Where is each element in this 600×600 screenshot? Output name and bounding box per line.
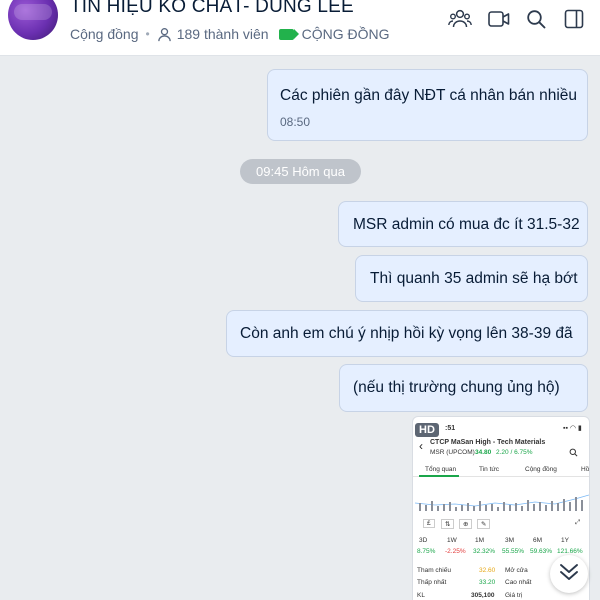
period-value: -2.25% xyxy=(445,548,466,555)
stat-value: 305,100 xyxy=(471,592,495,599)
stock-tab: Tổng quan xyxy=(425,466,457,473)
tag-icon xyxy=(278,28,299,40)
price-chart xyxy=(415,494,589,511)
message-text: Thì quanh 35 admin sẽ hạ bớt xyxy=(370,270,578,287)
stat-label: Cao nhất xyxy=(505,579,532,586)
message-time: 08:50 xyxy=(280,115,311,129)
scroll-to-bottom-button[interactable] xyxy=(550,555,588,593)
member-count[interactable]: 189 thành viên xyxy=(177,26,269,42)
sidebar-toggle-icon[interactable] xyxy=(561,6,587,32)
chat-header: TÍN HIỆU KO CHÁT- DŨNG LEE Cộng đồng • 1… xyxy=(0,0,600,56)
message-bubble[interactable]: MSR admin có mua đc ít 31.5-32 xyxy=(338,201,588,247)
period-label: 1M xyxy=(475,537,485,544)
stat-label: Tham chiếu xyxy=(417,567,451,574)
period-label: 3M xyxy=(505,537,515,544)
period-label: 1Y xyxy=(561,537,569,544)
stat-value: 33.20 xyxy=(479,579,496,586)
video-call-icon[interactable] xyxy=(486,6,512,32)
message-bubble[interactable]: Còn anh em chú ý nhịp hồi kỳ vọng lên 38… xyxy=(226,310,588,357)
stat-label: Thấp nhất xyxy=(417,579,447,586)
chart-tools: £ ⇅ ⊕ ✎ ⤢ xyxy=(419,517,585,529)
status-icons: ▪▪ ◠ ▮ xyxy=(563,425,582,432)
stat-label: KL xyxy=(417,592,425,599)
back-icon: ‹ xyxy=(419,439,423,453)
date-divider: 09:45 Hôm qua xyxy=(240,159,361,184)
stock-change: 2.20 / 6.75% xyxy=(496,449,533,456)
hd-badge: HD xyxy=(415,423,439,437)
stock-tab: Hồ xyxy=(581,466,590,473)
period-value: 59.63% xyxy=(530,548,553,555)
period-label: 3D xyxy=(419,537,428,544)
chevron-double-down-icon xyxy=(558,562,580,587)
group-meta: Cộng đồng • 189 thành viên CỘNG ĐỒNG xyxy=(70,25,389,43)
period-value: 121.66% xyxy=(557,548,583,555)
message-text: (nếu thị trường chung ủng hộ) xyxy=(353,379,560,396)
search-icon[interactable] xyxy=(523,6,549,32)
stock-ticker: MSR (UPCOM) xyxy=(430,449,475,456)
stat-label: Mở cửa xyxy=(505,567,528,574)
stock-tab: Cộng đồng xyxy=(525,466,557,473)
group-type-label: Cộng đồng xyxy=(70,26,139,42)
stock-tab: Tin tức xyxy=(479,466,500,473)
user-icon xyxy=(157,27,172,42)
stock-name: CTCP MaSan High - Tech Materials xyxy=(430,439,546,446)
group-avatar[interactable] xyxy=(8,0,58,40)
stock-tabs: Tổng quan Tin tức Cộng đồng Hồ xyxy=(413,463,590,477)
period-label: 1W xyxy=(447,537,457,544)
separator-dot: • xyxy=(145,27,150,41)
message-list[interactable]: Các phiên gần đây NĐT cá nhân bán nhiều … xyxy=(0,57,600,600)
add-member-icon[interactable] xyxy=(447,6,473,32)
stat-label: Giá trị xyxy=(505,592,523,599)
message-bubble[interactable]: Thì quanh 35 admin sẽ hạ bớt xyxy=(355,255,588,302)
group-title[interactable]: TÍN HIỆU KO CHÁT- DŨNG LEE xyxy=(70,0,354,18)
message-text: Còn anh em chú ý nhịp hồi kỳ vọng lên 38… xyxy=(240,325,573,342)
message-text: Các phiên gần đây NĐT cá nhân bán nhiều xyxy=(280,87,578,104)
stock-price: 34.80 xyxy=(475,449,492,456)
status-time: :51 xyxy=(445,425,456,432)
message-bubble[interactable]: Các phiên gần đây NĐT cá nhân bán nhiều … xyxy=(267,69,588,141)
period-value: 55.55% xyxy=(502,548,525,555)
period-value: 8.75% xyxy=(417,548,436,555)
stat-value: 32.60 xyxy=(479,567,496,574)
period-value: 32.32% xyxy=(473,548,496,555)
message-bubble[interactable]: (nếu thị trường chung ủng hộ) xyxy=(339,364,588,412)
search-icon xyxy=(569,444,578,462)
period-label: 6M xyxy=(533,537,543,544)
group-tag-label[interactable]: CỘNG ĐỒNG xyxy=(302,26,390,42)
message-text: MSR admin có mua đc ít 31.5-32 xyxy=(353,216,580,233)
